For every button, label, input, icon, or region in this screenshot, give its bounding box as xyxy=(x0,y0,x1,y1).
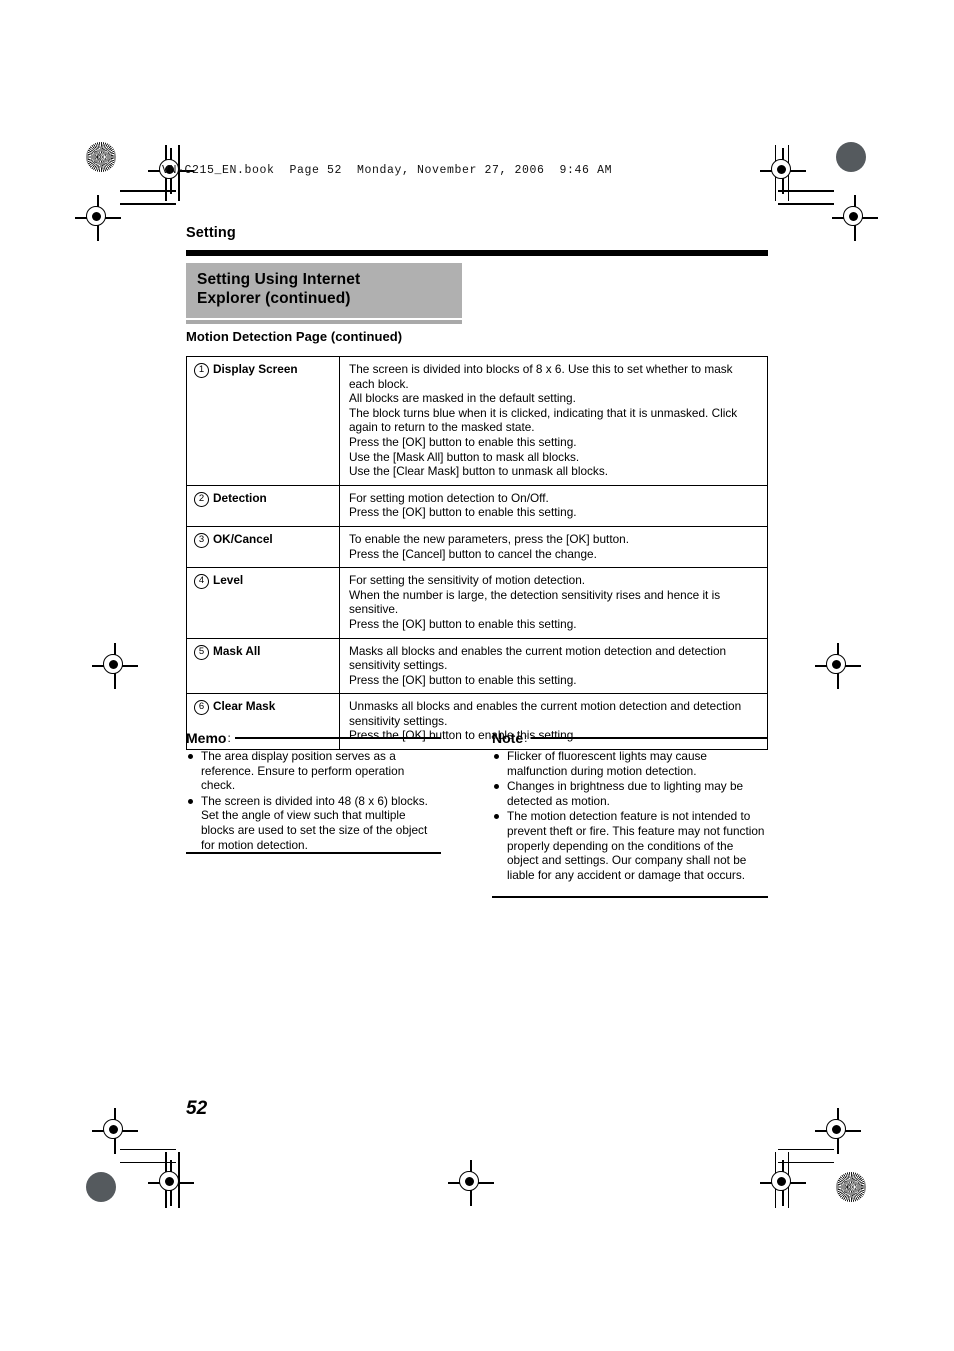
circled-number-icon: 2 xyxy=(194,491,209,507)
description-line: Press the [Cancel] button to cancel the … xyxy=(349,546,597,561)
memo-heading-colon: : xyxy=(227,731,231,745)
registration-mark-top-left xyxy=(75,195,121,241)
registration-mark-bottom-center-right xyxy=(760,1160,806,1206)
table-row-description: To enable the new parameters, press the … xyxy=(339,525,768,569)
description-line: Use the [Clear Mask] button to unmask al… xyxy=(349,464,608,479)
table-row-key-label: Clear Mask xyxy=(213,699,276,714)
subsection-heading: Motion Detection Page (continued) xyxy=(186,329,403,344)
note-block: Note : Flicker of fluorescent lights may… xyxy=(492,730,768,898)
table-row: 5 Mask All Masks all blocks and enables th… xyxy=(186,637,768,695)
table-row-key-label: OK/Cancel xyxy=(213,531,273,546)
registration-mark-bottom-center-left xyxy=(148,1160,194,1206)
note-list-item: The motion detection feature is not inte… xyxy=(492,809,768,882)
description-line: Press the [OK] button to enable this set… xyxy=(349,434,577,449)
density-dot-bottom-left xyxy=(86,1172,116,1202)
memo-list-item: The area display position serves as a re… xyxy=(186,749,441,793)
description-line: Unmasks all blocks and enables the curre… xyxy=(349,699,742,728)
table-row-key-label: Detection xyxy=(213,490,267,505)
density-dot-top-right xyxy=(836,142,866,172)
section-title-line2: Explorer (continued) xyxy=(197,290,351,307)
memo-list: The area display position serves as a re… xyxy=(186,749,441,852)
registration-mark-bottom-left xyxy=(92,1108,138,1154)
description-line: The screen is divided into blocks of 8 x… xyxy=(349,362,733,391)
running-head: Setting xyxy=(186,225,236,241)
memo-block: Memo : The area display position serves … xyxy=(186,730,441,854)
registration-mark-top-right xyxy=(832,195,878,241)
registration-mark-middle-right xyxy=(815,643,861,689)
note-list-item: Flicker of fluorescent lights may cause … xyxy=(492,749,768,778)
table-row-key-label: Level xyxy=(213,573,244,588)
table-row: 4 Level For setting the sensitivity of mot… xyxy=(186,567,768,639)
density-dot-top-left xyxy=(86,142,116,172)
description-line: Press the [OK] button to enable this set… xyxy=(349,616,577,631)
note-foot-rule xyxy=(492,896,768,898)
description-line: Press the [OK] button to enable this set… xyxy=(349,505,577,520)
page-number: 52 xyxy=(186,1098,208,1119)
note-heading-rule xyxy=(531,737,768,739)
description-line: Use the [Mask All] button to mask all bl… xyxy=(349,449,580,464)
book-file-header: VN-C215_EN.book Page 52 Monday, November… xyxy=(162,164,613,177)
table-row-key: 4 Level xyxy=(186,567,340,639)
circled-number-icon: 1 xyxy=(194,363,209,378)
section-title-box: Setting Using Internet Explorer (continu… xyxy=(186,263,462,318)
circled-number-icon: 5 xyxy=(194,644,209,660)
settings-table-body: 1 Display Screen The screen is divided int… xyxy=(186,356,768,751)
description-line: Press the [OK] button to enable this set… xyxy=(349,672,577,687)
memo-heading-label: Memo xyxy=(186,730,227,746)
memo-list-item: The screen is divided into 48 (8 x 6) bl… xyxy=(186,794,441,852)
table-row-description: For setting motion detection to On/Off. P… xyxy=(339,484,768,527)
table-row: 1 Display Screen The screen is divided int… xyxy=(186,356,768,486)
memo-heading-rule xyxy=(234,737,441,739)
registration-mark-bottom-center xyxy=(448,1160,494,1206)
section-title-line1: Setting Using Internet xyxy=(197,271,361,288)
circled-number-icon: 6 xyxy=(194,700,209,716)
table-row-description: Masks all blocks and enables the current… xyxy=(339,637,768,695)
circled-number-icon: 4 xyxy=(194,574,209,590)
description-line: When the number is large, the detection … xyxy=(349,587,721,617)
registration-mark-middle-left xyxy=(92,643,138,689)
memo-heading: Memo : xyxy=(186,730,441,746)
circled-number-icon: 3 xyxy=(194,532,209,548)
description-line: For setting motion detection to On/Off. xyxy=(349,490,549,505)
table-row: 3 OK/Cancel To enable the new parameters, … xyxy=(186,525,768,569)
density-dot-bottom-right xyxy=(836,1172,866,1202)
registration-mark-bottom-right xyxy=(815,1108,861,1154)
description-line: All blocks are masked in the default set… xyxy=(349,391,576,406)
table-row-key: 3 OK/Cancel xyxy=(186,525,340,569)
note-heading-label: Note xyxy=(492,730,524,746)
description-line: The block turns blue when it is clicked,… xyxy=(349,405,738,435)
table-row-key: 1 Display Screen xyxy=(186,356,340,486)
table-row-description: For setting the sensitivity of motion de… xyxy=(339,567,768,639)
registration-mark-top-center-right xyxy=(760,148,806,194)
table-row-key: 2 Detection xyxy=(186,484,340,527)
table-row: 2 Detection For setting motion detection t… xyxy=(186,484,768,527)
printed-page: VN-C215_EN.book Page 52 Monday, November… xyxy=(0,0,954,1351)
table-row-key-label: Display Screen xyxy=(213,362,298,376)
subhead-rule xyxy=(186,320,462,324)
table-row-description: The screen is divided into blocks of 8 x… xyxy=(339,356,768,486)
settings-table: 1 Display Screen The screen is divided int… xyxy=(186,356,768,751)
description-line: Masks all blocks and enables the current… xyxy=(349,643,727,673)
memo-foot-rule xyxy=(186,852,441,854)
note-heading-colon: : xyxy=(524,731,528,745)
table-row-key: 5 Mask All xyxy=(186,637,340,695)
note-list: Flicker of fluorescent lights may cause … xyxy=(492,749,768,882)
description-line: For setting the sensitivity of motion de… xyxy=(349,573,586,588)
note-list-item: Changes in brightness due to lighting ma… xyxy=(492,779,768,808)
note-heading: Note : xyxy=(492,730,768,746)
header-rule xyxy=(186,250,768,256)
table-row-key-label: Mask All xyxy=(213,643,261,658)
description-line: To enable the new parameters, press the … xyxy=(349,531,630,546)
